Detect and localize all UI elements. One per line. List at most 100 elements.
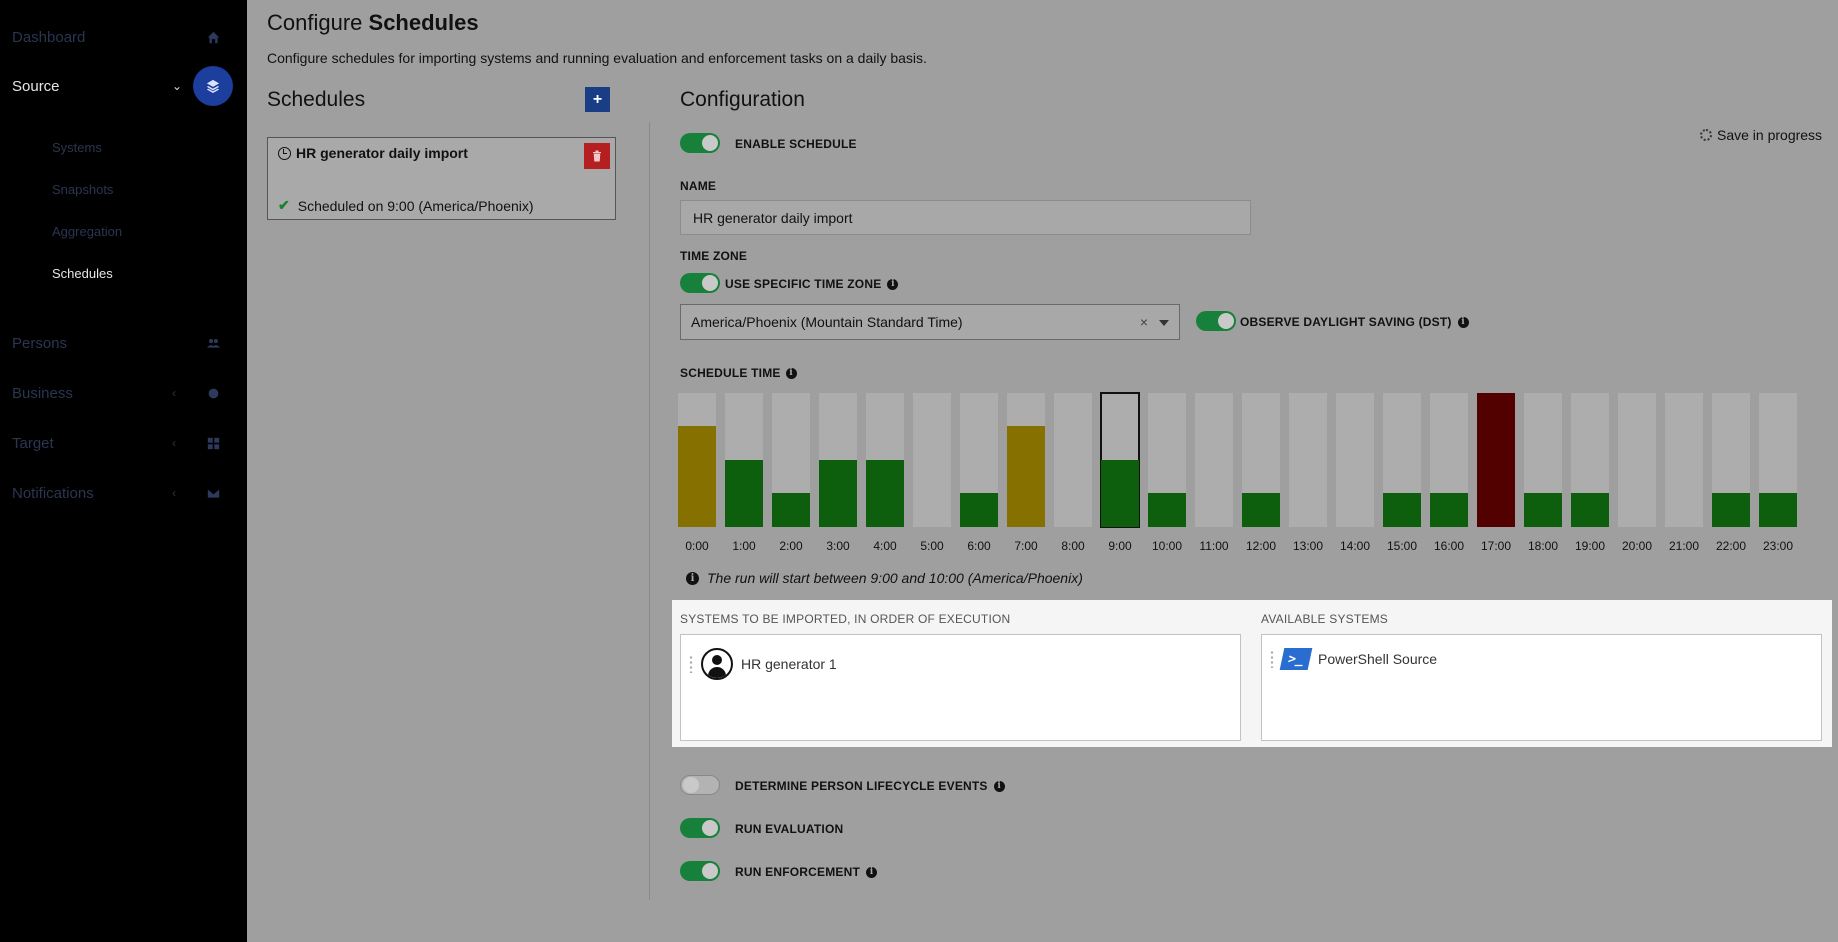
hour-bar-fill xyxy=(1430,493,1468,527)
hour-bar[interactable] xyxy=(1054,393,1092,527)
hour-bar[interactable] xyxy=(1007,393,1045,527)
imported-system-item[interactable]: HR generator 1 xyxy=(689,648,837,680)
hour-bar-fill xyxy=(1477,393,1515,527)
available-system-item[interactable]: >_ PowerShell Source xyxy=(1270,648,1437,670)
hour-bar-fill xyxy=(866,460,904,527)
hour-label: 21:00 xyxy=(1668,539,1700,553)
available-system-name: PowerShell Source xyxy=(1318,651,1438,667)
run-note: i The run will start between 9:00 and 10… xyxy=(686,570,1083,586)
sidebar-subitem-snapshots[interactable]: Snapshots xyxy=(52,182,113,197)
hour-bar[interactable] xyxy=(1289,393,1327,527)
hour-label: 18:00 xyxy=(1527,539,1559,553)
toggle-knob xyxy=(1218,313,1234,329)
hour-bar[interactable] xyxy=(1712,393,1750,527)
hour-bar[interactable] xyxy=(1100,392,1140,528)
hour-bar[interactable] xyxy=(1242,393,1280,527)
available-systems-list[interactable]: >_ PowerShell Source xyxy=(1261,634,1822,741)
check-icon: ✔ xyxy=(278,197,290,213)
info-icon[interactable]: i xyxy=(993,780,1005,792)
schedule-time-text: SCHEDULE TIME xyxy=(680,366,781,380)
hour-bar[interactable] xyxy=(1336,393,1374,527)
lifecycle-events-label: DETERMINE PERSON LIFECYCLE EVENTS i xyxy=(735,779,1005,793)
hour-bar[interactable] xyxy=(1665,393,1703,527)
observe-dst-toggle[interactable] xyxy=(1196,311,1236,331)
use-specific-time-zone-toggle[interactable] xyxy=(680,273,720,293)
drag-handle-icon[interactable] xyxy=(1270,650,1274,668)
main-content: Configure Schedules Configure schedules … xyxy=(247,0,1838,942)
toggle-knob xyxy=(702,820,718,836)
hour-label: 7:00 xyxy=(1014,539,1038,553)
hour-bar[interactable] xyxy=(913,393,951,527)
hour-bar[interactable] xyxy=(866,393,904,527)
imported-systems-list[interactable]: HR generator 1 xyxy=(680,634,1241,741)
run-enforcement-toggle[interactable] xyxy=(680,861,720,881)
hour-bar[interactable] xyxy=(1383,393,1421,527)
hour-bar[interactable] xyxy=(1524,393,1562,527)
info-icon[interactable]: i xyxy=(887,278,899,290)
clear-icon[interactable]: × xyxy=(1140,314,1148,330)
run-evaluation-label: RUN EVALUATION xyxy=(735,822,844,836)
schedule-card[interactable]: HR generator daily import ✔ Scheduled on… xyxy=(267,137,616,220)
page-title-bold: Schedules xyxy=(368,10,479,35)
hour-label: 9:00 xyxy=(1108,539,1132,553)
sidebar-subitem-systems[interactable]: Systems xyxy=(52,140,102,155)
schedule-card-status: ✔ Scheduled on 9:00 (America/Phoenix) xyxy=(278,197,534,214)
hour-bar-fill xyxy=(819,460,857,527)
hour-bar[interactable] xyxy=(725,393,763,527)
sidebar-subitem-aggregation[interactable]: Aggregation xyxy=(52,224,122,239)
layers-icon xyxy=(193,66,233,106)
drag-handle-icon[interactable] xyxy=(689,655,693,673)
use-specific-time-zone-text: USE SPECIFIC TIME ZONE xyxy=(725,277,882,291)
hour-bar[interactable] xyxy=(678,393,716,527)
hour-bar-fill xyxy=(1571,493,1609,527)
info-icon[interactable]: i xyxy=(1457,316,1469,328)
sidebar-item-business[interactable]: Business ‹ xyxy=(0,378,247,408)
caret-down-icon[interactable] xyxy=(1159,320,1169,326)
sidebar-item-target[interactable]: Target ‹ xyxy=(0,428,247,458)
hour-label: 1:00 xyxy=(732,539,756,553)
lifecycle-events-text: DETERMINE PERSON LIFECYCLE EVENTS xyxy=(735,779,988,793)
sidebar-subitem-schedules[interactable]: Schedules xyxy=(52,266,113,281)
hour-bar[interactable] xyxy=(772,393,810,527)
schedule-card-title-text: HR generator daily import xyxy=(296,145,468,161)
hour-bar[interactable] xyxy=(1618,393,1656,527)
sidebar-item-dashboard[interactable]: Dashboard xyxy=(0,22,247,52)
sidebar-item-label: Target xyxy=(12,434,54,452)
run-evaluation-toggle[interactable] xyxy=(680,818,720,838)
hour-label: 3:00 xyxy=(826,539,850,553)
lifecycle-events-toggle[interactable] xyxy=(680,775,720,795)
sidebar-item-notifications[interactable]: Notifications ‹ xyxy=(0,478,247,508)
schedule-card-title: HR generator daily import xyxy=(278,145,468,161)
hour-bar[interactable] xyxy=(960,393,998,527)
person-icon xyxy=(701,648,733,680)
hour-bar[interactable] xyxy=(1195,393,1233,527)
hour-label: 10:00 xyxy=(1151,539,1183,553)
hour-bar-fill xyxy=(1242,493,1280,527)
hour-bar-fill xyxy=(678,426,716,527)
toggle-knob xyxy=(702,135,718,151)
name-input[interactable]: HR generator daily import xyxy=(680,200,1251,235)
hour-bar[interactable] xyxy=(1759,393,1797,527)
hour-bar[interactable] xyxy=(1430,393,1468,527)
enable-schedule-toggle[interactable] xyxy=(680,133,720,153)
systems-panel: SYSTEMS TO BE IMPORTED, IN ORDER OF EXEC… xyxy=(672,600,1832,747)
hour-label: 4:00 xyxy=(873,539,897,553)
schedule-time-label: SCHEDULE TIME i xyxy=(680,366,797,380)
sidebar-item-persons[interactable]: Persons xyxy=(0,328,247,358)
hour-label: 6:00 xyxy=(967,539,991,553)
hour-bar[interactable] xyxy=(819,393,857,527)
info-icon[interactable]: i xyxy=(866,866,877,878)
enable-schedule-label: ENABLE SCHEDULE xyxy=(735,137,857,151)
hour-bar[interactable] xyxy=(1148,393,1186,527)
users-icon xyxy=(205,335,221,351)
info-icon[interactable]: i xyxy=(785,367,797,379)
chevron-left-icon: ‹ xyxy=(172,436,176,450)
add-schedule-button[interactable]: + xyxy=(585,87,610,112)
delete-schedule-button[interactable] xyxy=(584,143,610,169)
hour-bar[interactable] xyxy=(1571,393,1609,527)
time-zone-select[interactable]: America/Phoenix (Mountain Standard Time)… xyxy=(680,304,1180,340)
hour-label: 8:00 xyxy=(1061,539,1085,553)
hour-bar[interactable] xyxy=(1477,393,1515,527)
save-status: Save in progress xyxy=(1700,127,1822,143)
powershell-icon: >_ xyxy=(1279,648,1313,670)
